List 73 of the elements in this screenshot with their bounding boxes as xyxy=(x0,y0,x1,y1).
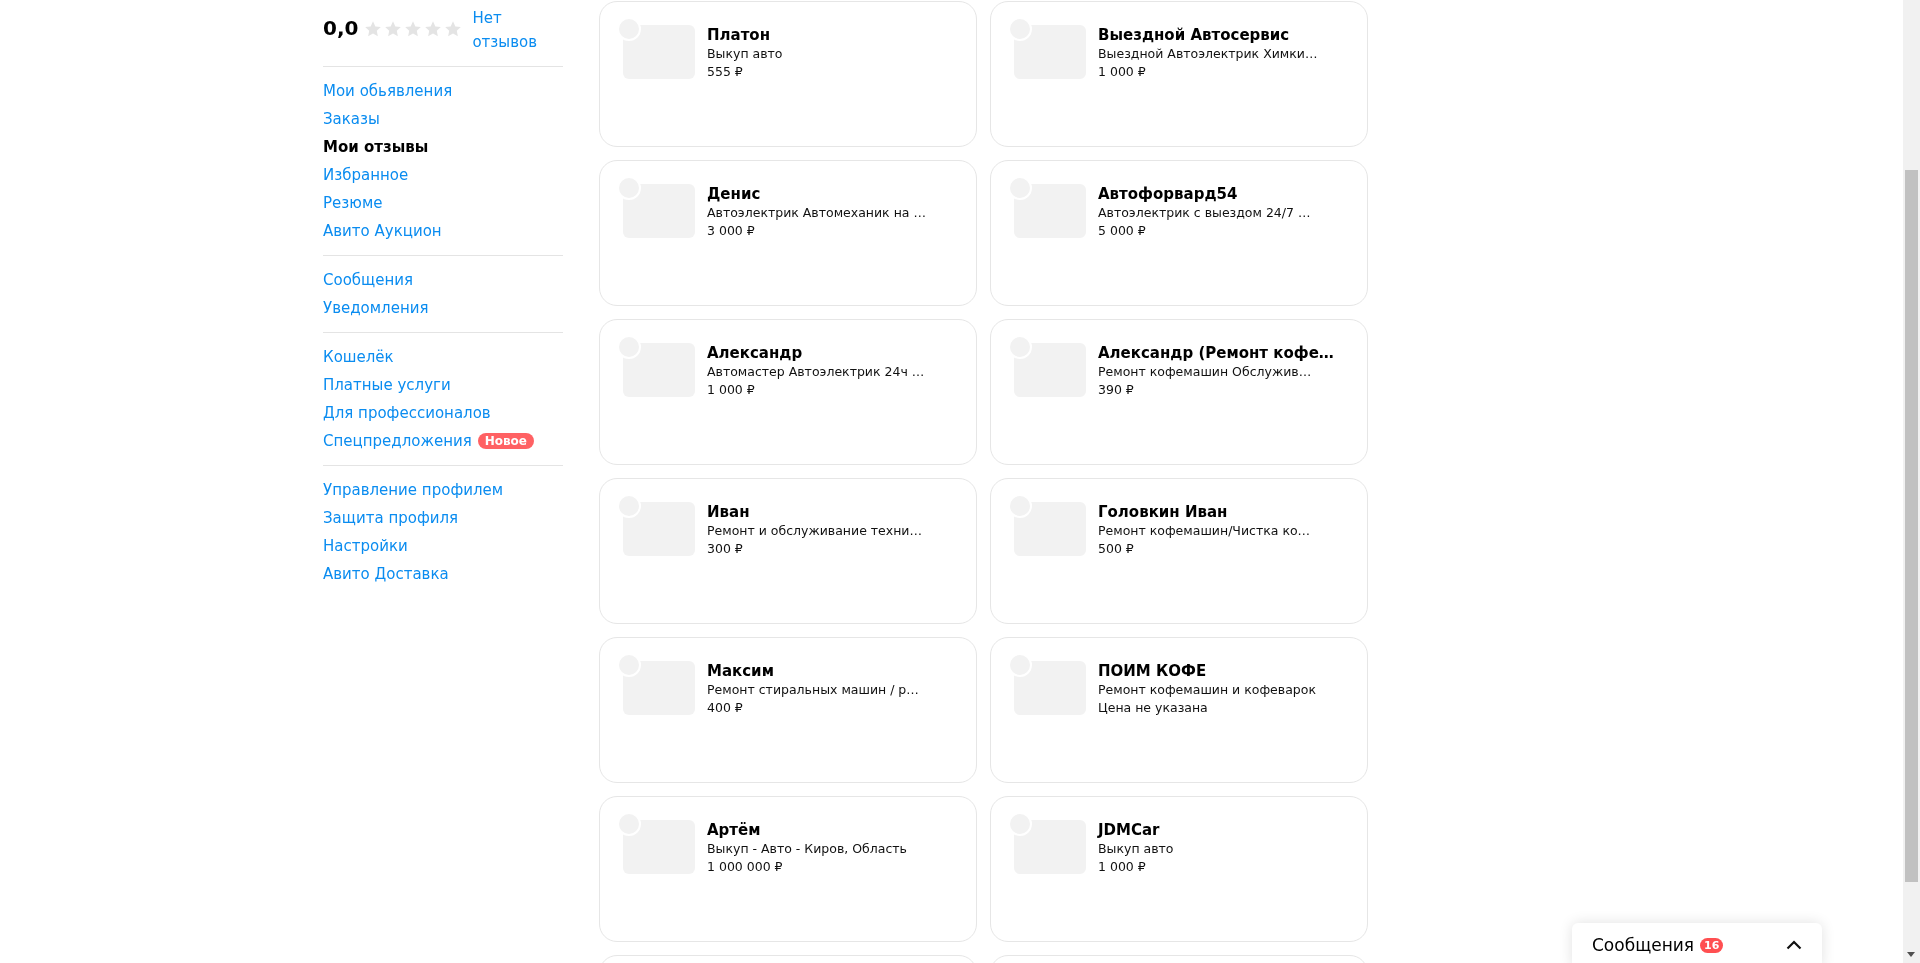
scrollbar[interactable] xyxy=(1903,0,1920,963)
messages-panel[interactable]: Сообщения 16 xyxy=(1572,923,1822,963)
seller-name: Денис xyxy=(707,184,762,204)
menu-link[interactable]: Авито Аукцион xyxy=(323,222,442,240)
listing-description: Автомастер Автоэлектрик 24ч … xyxy=(707,363,925,381)
menu-link[interactable]: Сообщения xyxy=(323,271,413,289)
seller-name: Выездной Автосервис xyxy=(1098,25,1291,45)
menu-link[interactable]: Кошелёк xyxy=(323,348,394,366)
listing-card[interactable]: Артём Выкуп - Авто - Киров, Область 1 000 000 ₽ xyxy=(599,796,977,942)
reviews-link[interactable]: Нет отзывов xyxy=(472,6,543,54)
seller-name: Автофорвард54 xyxy=(1098,184,1239,204)
seller-name: Артём xyxy=(707,820,762,840)
listing-price: 1 000 ₽ xyxy=(1098,63,1147,81)
listing-description: Ремонт кофемашин Обслужив… xyxy=(1098,363,1313,381)
menu-link[interactable]: Мои обьявления xyxy=(323,82,453,100)
messages-label: Сообщения xyxy=(1592,935,1695,955)
seller-name: Иван xyxy=(707,502,751,522)
listing-description: Выкуп авто xyxy=(1098,840,1174,858)
seller-name: Александр (Ремонт кофе… xyxy=(1098,343,1334,363)
menu-link[interactable]: Защита профиля xyxy=(323,509,459,527)
unread-count: 16 xyxy=(1700,937,1724,953)
seller-name: Максим xyxy=(707,661,775,681)
menu-link[interactable]: Авито Доставка xyxy=(323,565,449,583)
listing-price: 1 000 ₽ xyxy=(707,381,756,399)
listing-price: 390 ₽ xyxy=(1098,381,1135,399)
menu-link[interactable]: Для профессионалов xyxy=(323,404,491,422)
listing-price: 5 000 ₽ xyxy=(1098,222,1147,240)
listing-card[interactable]: Александр Автомастер Автоэлектрик 24ч … 1 000 ₽ xyxy=(599,319,977,465)
menu-link[interactable]: Спецпредложения xyxy=(323,432,472,450)
rating-value: 0,0 xyxy=(323,16,359,40)
listing-card[interactable]: Денис Автоэлектрик Автомеханик на … 3 000 ₽ xyxy=(599,160,977,306)
listing-price: 300 ₽ xyxy=(707,540,744,558)
seller-name: Платон xyxy=(707,25,772,45)
seller-name: ПОИМ КОФЕ xyxy=(1098,661,1208,681)
scroll-down-icon[interactable] xyxy=(1907,952,1915,957)
listing-description: Выездной Автоэлектрик Химки… xyxy=(1098,45,1318,63)
listing-card[interactable]: Платон Выкуп авто 555 ₽ xyxy=(599,1,977,147)
menu-link[interactable]: Заказы xyxy=(323,110,380,128)
listing-card[interactable]: Автофорвард54 Автоэлектрик с выездом 24/7 … 5 000 ₽ xyxy=(990,160,1368,306)
listing-price: 400 ₽ xyxy=(707,699,744,717)
listing-description: Ремонт кофемашин/Чистка ко… xyxy=(1098,522,1311,540)
listing-description: Автоэлектрик с выездом 24/7 … xyxy=(1098,204,1311,222)
listing-price: Цена не указана xyxy=(1098,699,1209,717)
menu-link[interactable]: Настройки xyxy=(323,537,408,555)
listing-card[interactable]: ПОИМ КОФЕ Ремонт кофемашин и кофеварок Цена не указана xyxy=(990,637,1368,783)
listing-description: Ремонт кофемашин и кофеварок xyxy=(1098,681,1316,699)
chevron-icon[interactable] xyxy=(1786,940,1802,950)
menu-link[interactable]: Уведомления xyxy=(323,299,429,317)
listing-description: Ремонт стиральных машин / р… xyxy=(707,681,919,699)
listing-price: 1 000 ₽ xyxy=(1098,858,1147,876)
listing-card[interactable]: JDMCar Выкуп авто 1 000 ₽ xyxy=(990,796,1368,942)
listing-card[interactable]: Иван Ремонт и обслуживание техни… 300 ₽ xyxy=(599,478,977,624)
listing-price: 3 000 ₽ xyxy=(707,222,756,240)
menu-link[interactable]: Мои отзывы xyxy=(323,138,429,156)
new-badge: Новое xyxy=(477,433,534,449)
seller-name: Головкин Иван xyxy=(1098,502,1229,522)
menu-link[interactable]: Резюме xyxy=(323,194,383,212)
listing-card[interactable]: Головкин Иван Ремонт кофемашин/Чистка ко… 500 ₽ xyxy=(990,478,1368,624)
seller-name: JDMCar xyxy=(1098,820,1161,840)
listing-price: 555 ₽ xyxy=(707,63,744,81)
listing-description: Автоэлектрик Автомеханик на … xyxy=(707,204,926,222)
listing-description: Выкуп авто xyxy=(707,45,783,63)
menu-link[interactable]: Избранное xyxy=(323,166,409,184)
listing-card[interactable]: Максим Ремонт стиральных машин / р… 400 ₽ xyxy=(599,637,977,783)
listing-description: Выкуп - Авто - Киров, Область xyxy=(707,840,907,858)
listing-card[interactable]: Выездной Автосервис Выездной Автоэлектрик Химки… 1 000 ₽ xyxy=(990,1,1368,147)
listing-description: Ремонт и обслуживание техни… xyxy=(707,522,922,540)
listing-card[interactable]: Александр (Ремонт кофе… Ремонт кофемашин Обслужив… 390 ₽ xyxy=(990,319,1368,465)
listing-price: 1 000 000 ₽ xyxy=(707,858,784,876)
listing-price: 500 ₽ xyxy=(1098,540,1135,558)
menu-link[interactable]: Платные услуги xyxy=(323,376,451,394)
seller-name: Александр xyxy=(707,343,804,363)
menu-link[interactable]: Управление профилем xyxy=(323,481,504,499)
